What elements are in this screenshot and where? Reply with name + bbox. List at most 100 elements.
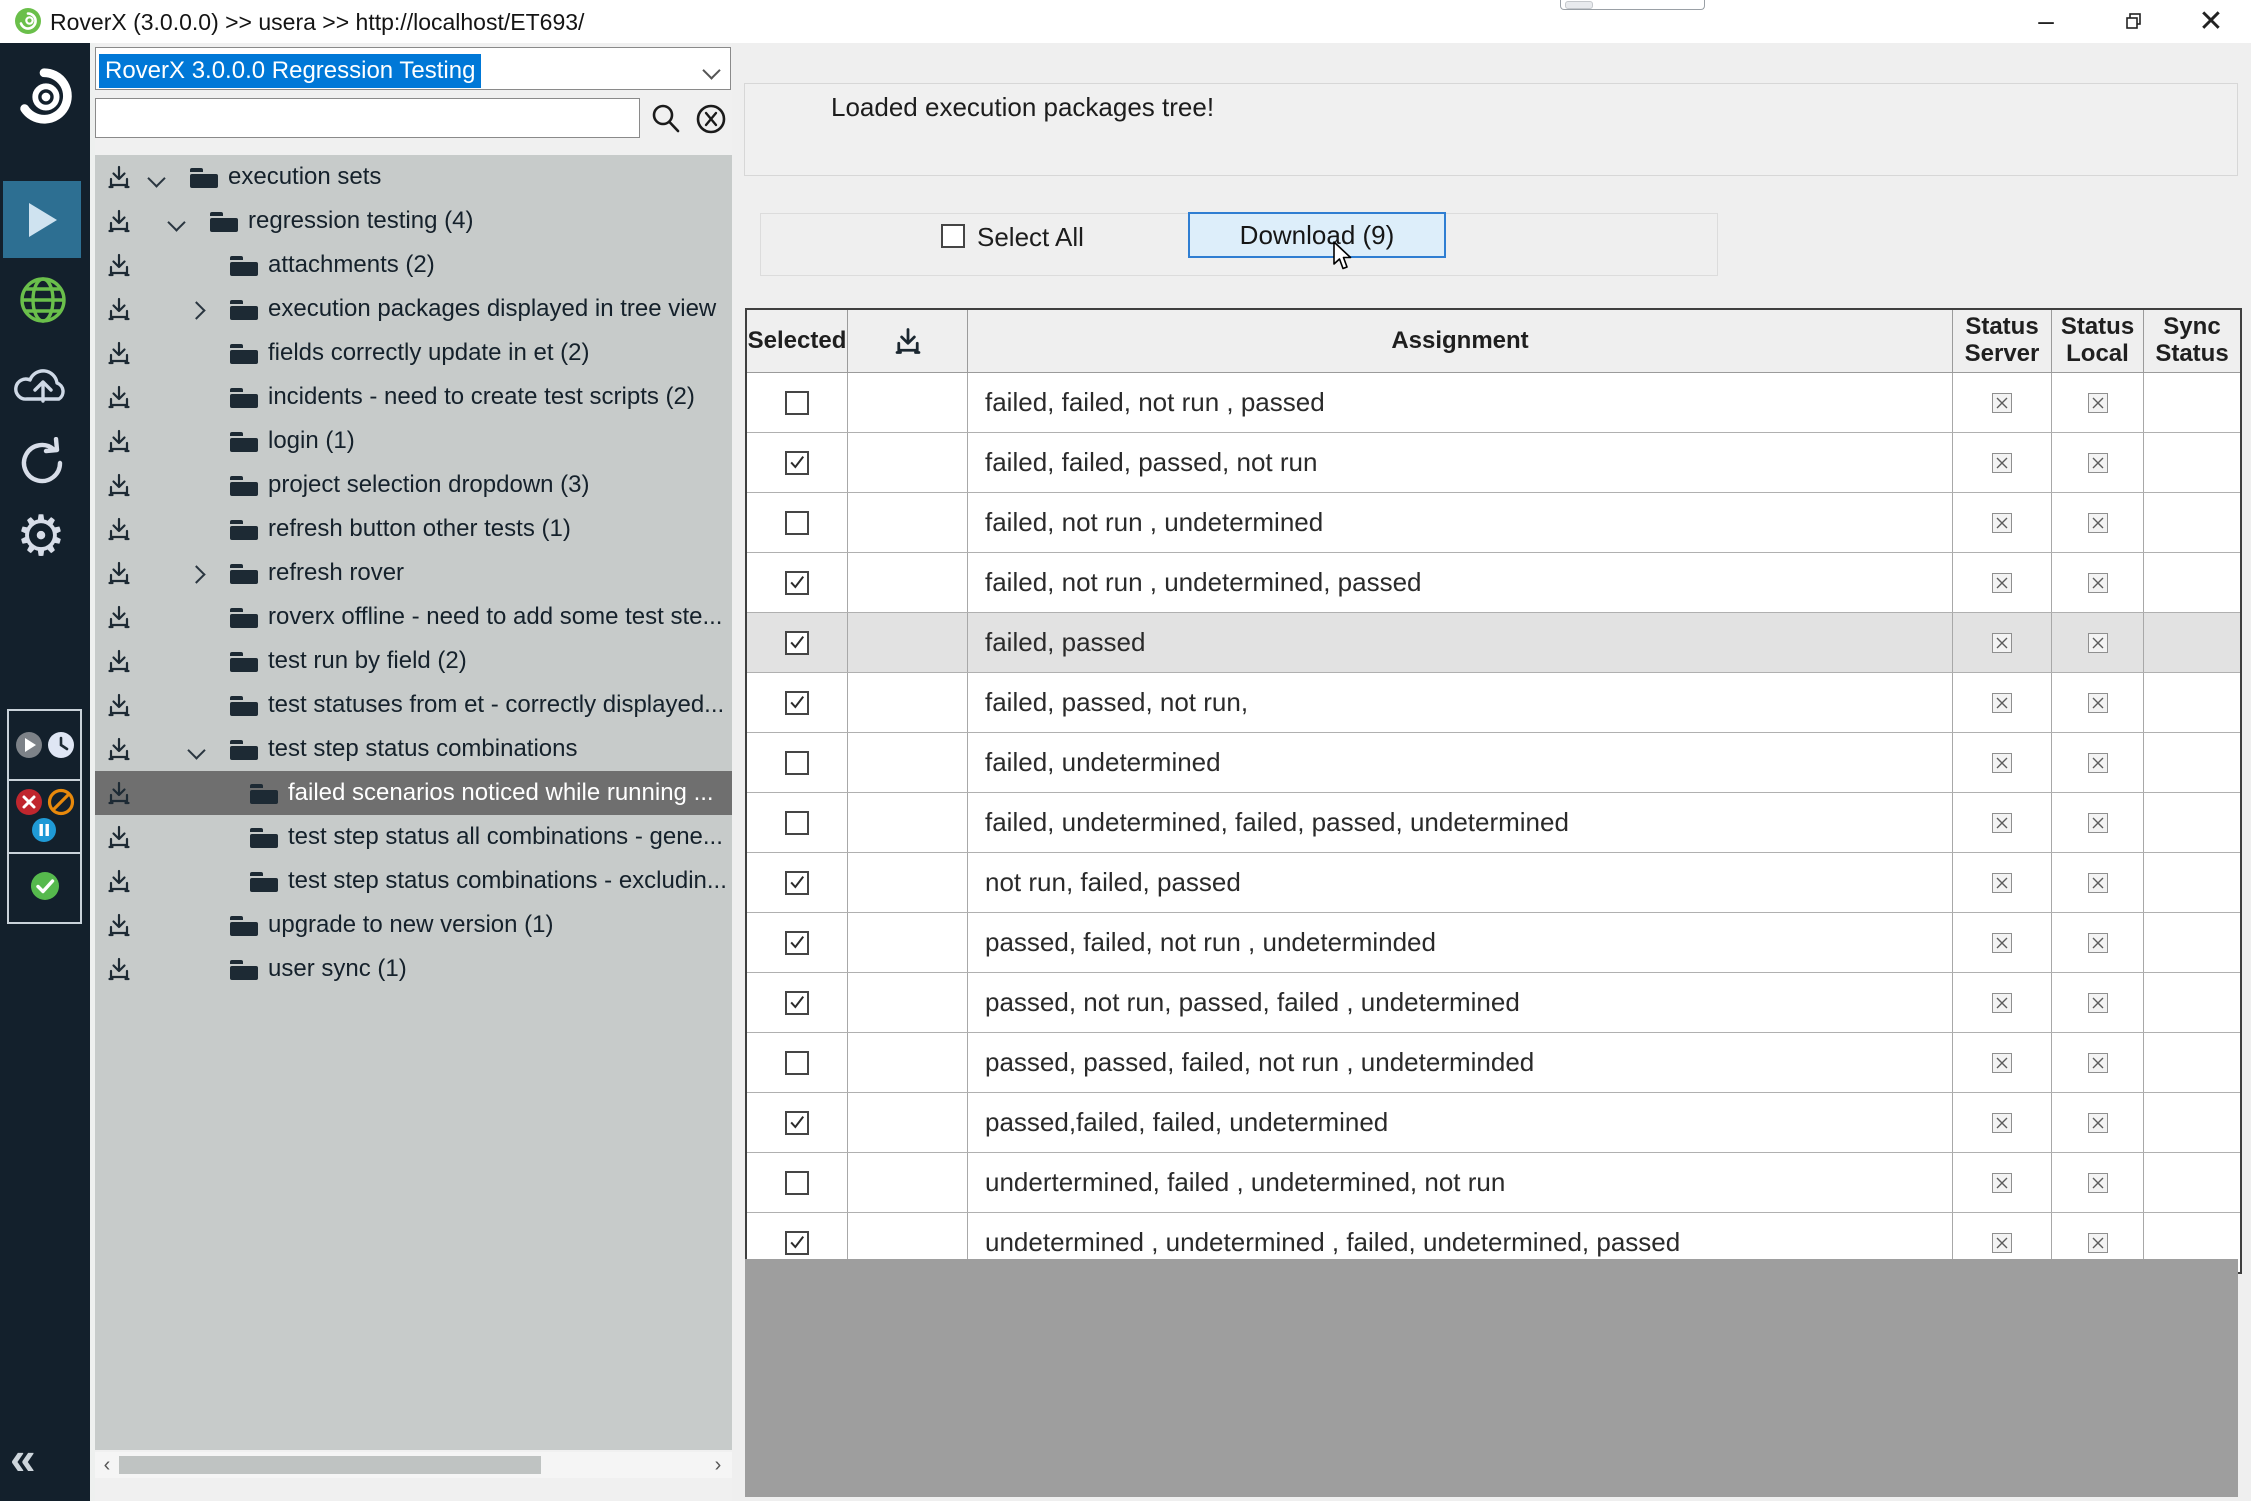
status-local-cell: [2052, 973, 2144, 1032]
row-checkbox[interactable]: [785, 1051, 809, 1075]
download-icon[interactable]: [106, 428, 132, 459]
download-icon[interactable]: [106, 868, 132, 899]
download-icon[interactable]: [106, 208, 132, 239]
download-icon[interactable]: [106, 296, 132, 327]
row-checkbox[interactable]: [785, 571, 809, 595]
tree-item-label: failed scenarios noticed while running .…: [288, 779, 714, 807]
download-button[interactable]: Download (9): [1188, 212, 1446, 258]
tree-item[interactable]: incidents - need to create test scripts …: [95, 375, 732, 419]
tree-item-selected[interactable]: failed scenarios noticed while running .…: [95, 771, 732, 815]
chevron-right-icon[interactable]: [187, 301, 205, 319]
tree-item[interactable]: test step status combinations: [95, 727, 732, 771]
scroll-left-arrow[interactable]: ‹: [97, 1452, 117, 1478]
selected-cell: [747, 373, 848, 432]
tree-item-label: attachments (2): [268, 251, 435, 279]
download-icon[interactable]: [106, 472, 132, 503]
collapse-sidebar-button[interactable]: «: [10, 1435, 76, 1485]
tree-item[interactable]: execution packages displayed in tree vie…: [95, 287, 732, 331]
row-checkbox[interactable]: [785, 391, 809, 415]
status-server-cell: [1953, 793, 2052, 852]
assignment-cell: undertermined, failed , undetermined, no…: [968, 1153, 1953, 1212]
selected-cell: [747, 733, 848, 792]
row-checkbox[interactable]: [785, 931, 809, 955]
folder-icon: [230, 960, 258, 980]
search-icon[interactable]: [648, 101, 684, 137]
download-icon[interactable]: [106, 340, 132, 371]
download-icon[interactable]: [106, 604, 132, 635]
scroll-right-arrow[interactable]: ›: [708, 1452, 728, 1478]
tree-item[interactable]: upgrade to new version (1): [95, 903, 732, 947]
row-checkbox[interactable]: [785, 511, 809, 535]
tree-item-label: refresh rover: [268, 559, 404, 587]
tree-item[interactable]: user sync (1): [95, 947, 732, 991]
clear-search-icon[interactable]: [693, 101, 729, 137]
download-icon[interactable]: [106, 692, 132, 723]
download-icon[interactable]: [106, 384, 132, 415]
download-icon[interactable]: [106, 824, 132, 855]
download-icon[interactable]: [106, 516, 132, 547]
tree-item[interactable]: fields correctly update in et (2): [95, 331, 732, 375]
scrollbar-thumb[interactable]: [119, 1456, 541, 1474]
download-icon[interactable]: [106, 780, 132, 811]
globe-icon[interactable]: [18, 275, 68, 325]
play-status-icon: [15, 731, 43, 759]
status-placeholder-icon: [1996, 1117, 2008, 1129]
row-checkbox[interactable]: [785, 1171, 809, 1195]
download-icon[interactable]: [106, 252, 132, 283]
tree-item[interactable]: test step status combinations - excludin…: [95, 859, 732, 903]
refresh-icon[interactable]: [16, 437, 68, 489]
download-icon[interactable]: [106, 736, 132, 767]
tree-item-label: user sync (1): [268, 955, 407, 983]
mouse-cursor: [1330, 240, 1358, 272]
folder-icon: [230, 520, 258, 540]
selected-cell: [747, 553, 848, 612]
folder-icon: [250, 872, 278, 892]
selected-cell: [747, 433, 848, 492]
row-checkbox[interactable]: [785, 451, 809, 475]
select-all-checkbox[interactable]: [941, 224, 965, 248]
row-checkbox[interactable]: [785, 631, 809, 655]
status-server-cell: [1953, 613, 2052, 672]
download-icon[interactable]: [106, 560, 132, 591]
table-row: passed, not run, passed, failed , undete…: [747, 973, 2240, 1033]
row-checkbox[interactable]: [785, 1111, 809, 1135]
tree-item[interactable]: regression testing (4): [95, 199, 732, 243]
row-checkbox[interactable]: [785, 751, 809, 775]
status-legend-panel: [7, 709, 82, 924]
tree-search-input[interactable]: [95, 98, 640, 138]
settings-gear-icon[interactable]: ⚙: [10, 505, 72, 567]
row-checkbox[interactable]: [785, 811, 809, 835]
project-selector-dropdown[interactable]: RoverX 3.0.0.0 Regression Testing: [95, 47, 731, 90]
chevron-right-icon[interactable]: [187, 565, 205, 583]
row-checkbox[interactable]: [785, 1231, 809, 1255]
restore-button[interactable]: [2102, 0, 2166, 42]
download-icon[interactable]: [106, 648, 132, 679]
sync-status-cell: [2144, 733, 2240, 792]
tree-item[interactable]: test step status all combinations - gene…: [95, 815, 732, 859]
chevron-down-icon[interactable]: [167, 213, 185, 231]
close-button[interactable]: ✕: [2179, 0, 2243, 42]
chevron-down-icon[interactable]: [187, 741, 205, 759]
run-tab-active[interactable]: [3, 181, 81, 258]
tree-horizontal-scrollbar[interactable]: ‹ ›: [95, 1452, 732, 1478]
chevron-down-icon[interactable]: [147, 169, 165, 187]
tree-item[interactable]: attachments (2): [95, 243, 732, 287]
tree-item[interactable]: refresh rover: [95, 551, 732, 595]
status-placeholder-icon: [1996, 877, 2008, 889]
tree-item[interactable]: roverx offline - need to add some test s…: [95, 595, 732, 639]
tree-item[interactable]: test run by field (2): [95, 639, 732, 683]
tree-item[interactable]: refresh button other tests (1): [95, 507, 732, 551]
table-row: failed, passed: [747, 613, 2240, 673]
tree-item[interactable]: login (1): [95, 419, 732, 463]
row-checkbox[interactable]: [785, 991, 809, 1015]
minimize-button[interactable]: –: [2014, 0, 2078, 42]
tree-item[interactable]: test statuses from et - correctly displa…: [95, 683, 732, 727]
row-checkbox[interactable]: [785, 871, 809, 895]
cloud-upload-icon[interactable]: [13, 361, 73, 409]
download-icon[interactable]: [106, 912, 132, 943]
download-icon[interactable]: [106, 164, 132, 195]
row-checkbox[interactable]: [785, 691, 809, 715]
tree-item[interactable]: execution sets: [95, 155, 732, 199]
download-icon[interactable]: [106, 956, 132, 987]
tree-item[interactable]: project selection dropdown (3): [95, 463, 732, 507]
